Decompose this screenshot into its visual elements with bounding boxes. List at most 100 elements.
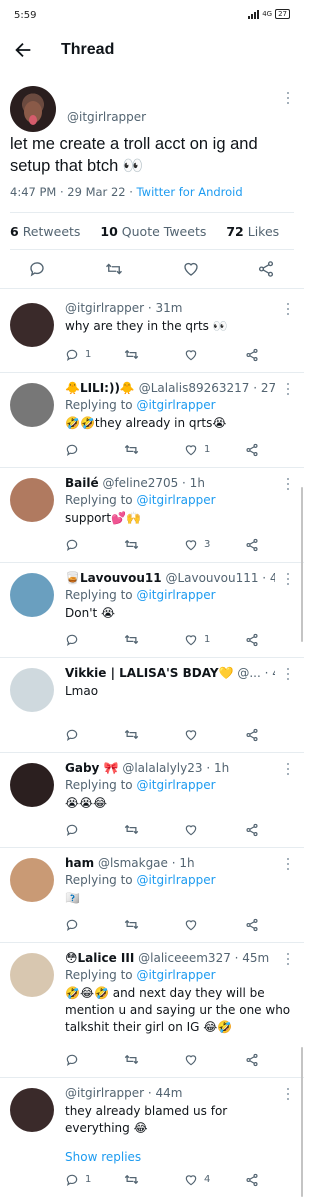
reply-icon[interactable] — [65, 1172, 79, 1191]
reply-icon[interactable] — [65, 917, 79, 936]
more-options-icon[interactable] — [286, 953, 290, 967]
like-icon[interactable] — [184, 442, 198, 461]
retweet-icon[interactable] — [124, 727, 139, 746]
share-icon[interactable] — [245, 1052, 259, 1071]
retweet-icon[interactable] — [124, 1052, 139, 1071]
reply-tweet[interactable]: Vikkie | LALISA'S BDAY💛 @... · 42m Lmao — [0, 658, 304, 753]
replying-to-handle[interactable]: @itgirlrapper — [136, 968, 215, 982]
reply-icon[interactable] — [65, 727, 79, 746]
reply-author[interactable]: Bailé @feline2705 · 1h — [65, 476, 205, 490]
more-options-icon[interactable] — [286, 763, 290, 777]
reply-tweet[interactable]: ham @lsmakgae · 1h Replying to @itgirlrap… — [0, 848, 304, 943]
reply-tweet[interactable]: Bailé @feline2705 · 1h Replying to @itgir… — [0, 468, 304, 563]
reply-author[interactable]: 😳Lalice III @laliceeem327 · 45m — [65, 951, 269, 965]
tweet-handle[interactable]: @itgirlrapper — [67, 110, 146, 124]
reply-tweet[interactable]: 🥃Lavouvou11 @Lavouvou111 · 49m Replying t… — [0, 563, 304, 658]
replying-to-handle[interactable]: @itgirlrapper — [136, 398, 215, 412]
likes-stat[interactable]: 72 Likes — [226, 224, 287, 239]
avatar[interactable] — [10, 858, 54, 902]
retweet-icon[interactable] — [124, 632, 139, 651]
scrollbar-upper[interactable] — [301, 487, 303, 642]
reply-tweet[interactable]: @itgirlrapper · 31m why are they in the q… — [0, 293, 304, 373]
scrollbar-lower[interactable] — [301, 1047, 303, 1197]
avatar[interactable] — [10, 1088, 54, 1132]
replying-to-handle[interactable]: @itgirlrapper — [136, 873, 215, 887]
more-options-icon[interactable] — [286, 92, 290, 106]
reply-author[interactable]: 🐥LILI:))🐥 @Lalalis89263217 · 27m — [65, 381, 275, 395]
more-options-icon[interactable] — [286, 858, 290, 872]
retweet-icon[interactable] — [124, 822, 139, 841]
reply-tweet[interactable]: 😳Lalice III @laliceeem327 · 45m Replying … — [0, 943, 304, 1078]
reply-icon[interactable] — [65, 632, 79, 651]
retweets-stat[interactable]: 6 Retweets — [10, 224, 88, 239]
more-options-icon[interactable] — [286, 573, 290, 587]
more-options-icon[interactable] — [286, 303, 290, 317]
avatar[interactable] — [10, 573, 54, 617]
like-icon[interactable] — [184, 917, 198, 936]
reply-tweet[interactable]: Gaby 🎀 @lalalalyly23 · 1h Replying to @it… — [0, 753, 304, 848]
reply-author[interactable]: 🥃Lavouvou11 @Lavouvou111 · 49m — [65, 571, 275, 585]
show-replies-link[interactable]: Show replies — [65, 1150, 141, 1164]
reply-author[interactable]: Gaby 🎀 @lalalalyly23 · 1h — [65, 761, 229, 775]
reply-icon[interactable] — [28, 260, 46, 278]
replying-to-handle[interactable]: @itgirlrapper — [136, 588, 215, 602]
retweet-icon[interactable] — [124, 347, 139, 366]
reply-icon[interactable] — [65, 347, 79, 366]
reply-author[interactable]: @itgirlrapper · 44m — [65, 1086, 183, 1100]
share-icon[interactable] — [245, 727, 259, 746]
quotes-stat[interactable]: 10 Quote Tweets — [100, 224, 214, 239]
reply-icon[interactable] — [65, 1052, 79, 1071]
reply-author[interactable]: ham @lsmakgae · 1h — [65, 856, 195, 870]
replying-to-handle[interactable]: @itgirlrapper — [136, 493, 215, 507]
retweet-icon[interactable] — [124, 442, 139, 461]
divider — [10, 249, 294, 250]
reply-text: 😭😭😂 — [65, 796, 108, 810]
retweets-label: Retweets — [22, 224, 81, 239]
more-options-icon[interactable] — [286, 1088, 290, 1102]
replying-to-label: Replying to — [65, 398, 137, 412]
reply-tweet[interactable]: 🐥LILI:))🐥 @Lalalis89263217 · 27m Replying… — [0, 373, 304, 468]
avatar[interactable] — [10, 668, 54, 712]
back-arrow-icon[interactable] — [12, 39, 34, 61]
reply-icon[interactable] — [65, 442, 79, 461]
like-icon[interactable] — [184, 347, 198, 366]
share-icon[interactable] — [245, 537, 259, 556]
share-icon[interactable] — [245, 1172, 259, 1191]
reply-icon[interactable] — [65, 537, 79, 556]
reply-handle: @lalalalyly23 · 1h — [122, 761, 230, 775]
like-icon[interactable] — [184, 822, 198, 841]
avatar[interactable] — [10, 383, 54, 427]
like-icon[interactable] — [184, 1052, 198, 1071]
network-label: 4G — [262, 10, 273, 18]
reply-tweet[interactable]: @itgirlrapper · 44m they already blamed u… — [0, 1078, 304, 1198]
like-icon[interactable] — [184, 1172, 198, 1191]
replying-to-handle[interactable]: @itgirlrapper — [136, 778, 215, 792]
avatar[interactable] — [10, 953, 54, 997]
more-options-icon[interactable] — [286, 478, 290, 492]
avatar[interactable] — [10, 478, 54, 522]
retweet-icon[interactable] — [124, 537, 139, 556]
share-icon[interactable] — [245, 347, 259, 366]
tweet-client-link[interactable]: Twitter for Android — [137, 185, 243, 199]
more-options-icon[interactable] — [286, 383, 290, 397]
share-icon[interactable] — [245, 442, 259, 461]
retweet-icon[interactable] — [124, 1172, 139, 1191]
share-icon[interactable] — [257, 260, 275, 278]
avatar[interactable] — [10, 86, 56, 132]
share-icon[interactable] — [245, 822, 259, 841]
like-icon[interactable] — [184, 537, 198, 556]
retweet-icon[interactable] — [124, 917, 139, 936]
more-options-icon[interactable] — [286, 668, 290, 682]
avatar[interactable] — [10, 303, 54, 347]
top-bar: Thread — [0, 28, 304, 74]
share-icon[interactable] — [245, 917, 259, 936]
share-icon[interactable] — [245, 632, 259, 651]
reply-author[interactable]: Vikkie | LALISA'S BDAY💛 @... · 42m — [65, 666, 275, 680]
retweet-icon[interactable] — [105, 260, 123, 278]
like-icon[interactable] — [184, 632, 198, 651]
reply-author[interactable]: @itgirlrapper · 31m — [65, 301, 183, 315]
avatar[interactable] — [10, 763, 54, 807]
like-icon[interactable] — [184, 727, 198, 746]
like-icon[interactable] — [182, 260, 200, 278]
reply-icon[interactable] — [65, 822, 79, 841]
